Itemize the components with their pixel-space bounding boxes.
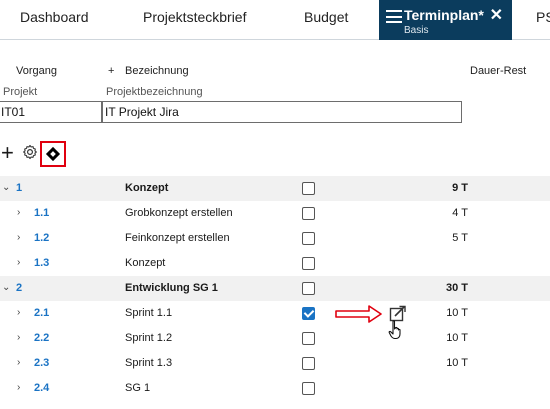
column-header-dauer-rest[interactable]: Dauer-Rest — [470, 65, 526, 78]
row-number[interactable]: 1.2 — [34, 232, 49, 245]
row-duration: 9 T — [452, 182, 468, 194]
row-name: Konzept — [125, 182, 169, 194]
table-row[interactable]: ⌄ 2 Entwicklung SG 1 30 T — [0, 276, 550, 301]
milestone-diamond-icon[interactable] — [40, 141, 66, 167]
table-row[interactable]: › 2.2 Sprint 1.2 10 T — [0, 326, 550, 351]
row-checkbox[interactable] — [302, 182, 315, 195]
expand-chevron-icon[interactable]: › — [17, 333, 20, 343]
add-icon[interactable]: + — [1, 142, 17, 164]
row-name: SG 1 — [125, 382, 151, 394]
row-number[interactable]: 1.3 — [34, 257, 49, 270]
table-row[interactable]: › 1.3 Konzept — [0, 251, 550, 276]
table-row[interactable]: › 1.1 Grobkonzept erstellen 4 T — [0, 201, 550, 226]
gear-icon[interactable] — [22, 144, 40, 164]
row-name: Entwicklung SG 1 — [125, 282, 218, 294]
table-row[interactable]: › 2.3 Sprint 1.3 10 T — [0, 351, 550, 376]
column-header-bezeichnung[interactable]: Bezeichnung — [125, 65, 189, 78]
row-duration: 10 T — [446, 357, 468, 369]
add-column-icon[interactable]: + — [108, 65, 114, 78]
close-icon[interactable]: ✕ — [490, 8, 503, 24]
row-checkbox[interactable] — [302, 207, 315, 220]
table-row[interactable]: › 1.2 Feinkonzept erstellen 5 T — [0, 226, 550, 251]
row-number[interactable]: 1 — [16, 182, 22, 195]
tab-projektsteckbrief[interactable]: Projektsteckbrief — [143, 0, 246, 40]
row-name: Sprint 1.1 — [125, 307, 173, 319]
expand-chevron-icon[interactable]: › — [17, 383, 20, 393]
row-checkbox[interactable] — [302, 357, 315, 370]
projekt-field[interactable]: IT01 — [0, 101, 102, 123]
tab-terminplan-title: Terminplan* — [404, 7, 484, 23]
row-number[interactable]: 2.4 — [34, 382, 49, 395]
row-name: Grobkonzept erstellen — [125, 207, 233, 219]
tab-budget[interactable]: Budget — [304, 0, 348, 40]
row-name: Konzept — [125, 257, 166, 269]
expand-chevron-icon[interactable]: › — [17, 233, 20, 243]
row-duration: 10 T — [446, 332, 468, 344]
row-checkbox[interactable] — [302, 257, 315, 270]
row-duration: 5 T — [452, 232, 468, 244]
row-name: Feinkonzept erstellen — [125, 232, 230, 244]
tab-bar: Dashboard Projektsteckbrief Budget Termi… — [0, 0, 550, 40]
hand-cursor-icon — [388, 320, 401, 340]
row-name: Sprint 1.3 — [125, 357, 173, 369]
row-number[interactable]: 2 — [16, 282, 22, 295]
expand-chevron-icon[interactable]: › — [17, 258, 20, 268]
expand-chevron-icon[interactable]: › — [17, 208, 20, 218]
row-duration: 4 T — [452, 207, 468, 219]
row-number[interactable]: 2.1 — [34, 307, 49, 320]
collapse-chevron-icon[interactable]: ⌄ — [2, 283, 10, 293]
table-row[interactable]: › 2.1 Sprint 1.1 10 T — [0, 301, 550, 326]
projektbezeichnung-field[interactable]: IT Projekt Jira — [102, 101, 462, 123]
row-duration: 30 T — [445, 282, 468, 294]
tab-ps[interactable]: PS — [536, 0, 550, 40]
row-number[interactable]: 1.1 — [34, 207, 49, 220]
row-checkbox[interactable] — [302, 232, 315, 245]
red-arrow-annotation-icon — [335, 305, 382, 323]
projektbezeichnung-label: Projektbezeichnung — [106, 86, 203, 98]
row-name: Sprint 1.2 — [125, 332, 173, 344]
row-checkbox[interactable] — [302, 282, 315, 295]
tab-dashboard[interactable]: Dashboard — [20, 0, 89, 40]
column-header-vorgang[interactable]: Vorgang — [16, 65, 57, 78]
row-duration: 10 T — [446, 307, 468, 319]
table-row[interactable]: ⌄ 1 Konzept 9 T — [0, 176, 550, 201]
expand-chevron-icon[interactable]: › — [17, 358, 20, 368]
table-row[interactable]: › 2.4 SG 1 — [0, 376, 550, 401]
row-number[interactable]: 2.2 — [34, 332, 49, 345]
row-number[interactable]: 2.3 — [34, 357, 49, 370]
row-checkbox[interactable] — [302, 382, 315, 395]
tab-terminplan-subtitle: Basis — [404, 25, 429, 36]
projekt-label: Projekt — [3, 86, 38, 98]
expand-chevron-icon[interactable]: › — [17, 308, 20, 318]
collapse-chevron-icon[interactable]: ⌄ — [2, 183, 10, 193]
hamburger-menu-icon[interactable] — [386, 10, 402, 23]
tab-terminplan[interactable]: Terminplan* Basis ✕ — [379, 0, 512, 40]
row-checkbox[interactable] — [302, 332, 315, 345]
row-checkbox[interactable] — [302, 307, 315, 320]
